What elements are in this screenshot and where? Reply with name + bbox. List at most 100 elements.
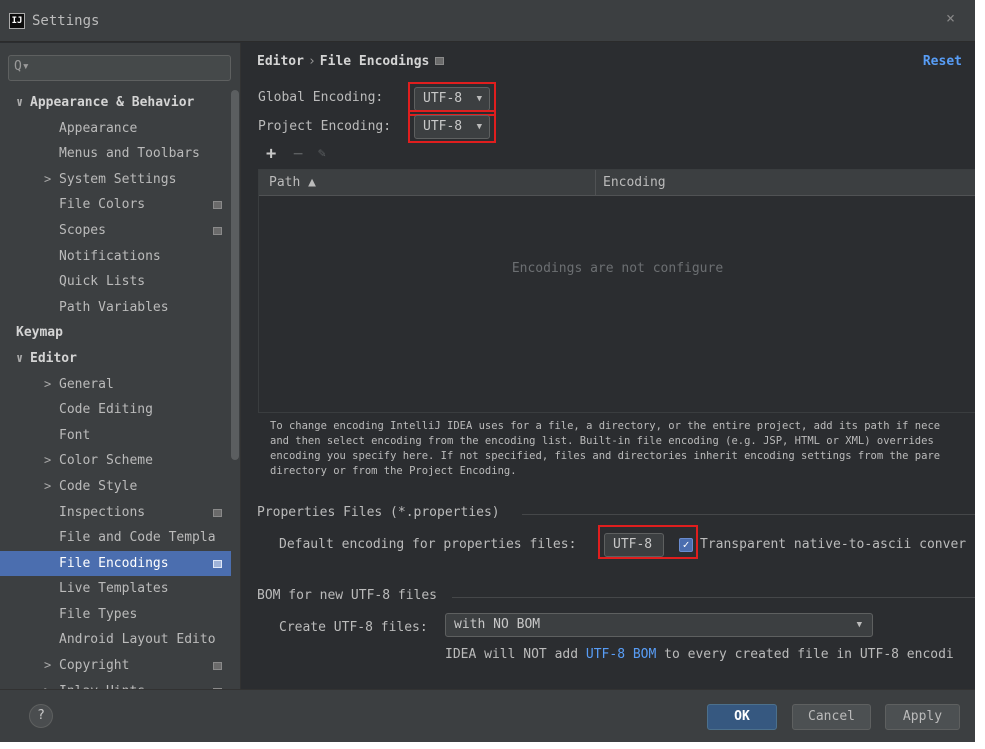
- sidebar-item-label: Keymap: [16, 325, 63, 341]
- empty-table-text: Encodings are not configure: [511, 261, 724, 276]
- sidebar-item-label: File Types: [59, 606, 138, 622]
- sidebar-item-code-editing[interactable]: Code Editing: [0, 397, 231, 423]
- sidebar-item-label: Scopes: [59, 222, 106, 238]
- sidebar-item-font[interactable]: Font: [0, 423, 231, 449]
- sidebar-item-label: Code Style: [59, 478, 138, 494]
- chevron-down-icon[interactable]: ∨: [16, 346, 23, 372]
- sidebar-item-menus-and-toolbars[interactable]: Menus and Toolbars: [0, 141, 231, 167]
- breadcrumb-separator: ›: [307, 54, 316, 69]
- sidebar-item-scopes[interactable]: Scopes: [0, 218, 231, 244]
- bom-value: with NO BOM: [454, 617, 541, 632]
- chevron-down-icon[interactable]: ∨: [16, 90, 23, 116]
- settings-tree: ∨ Appearance & Behavior Appearance Menus an…: [0, 90, 231, 689]
- table-header: Path ▲ Encoding: [259, 170, 975, 196]
- sidebar-item-android-layout-edito[interactable]: Android Layout Edito: [0, 627, 231, 653]
- sidebar-item-appearance-behavior[interactable]: ∨ Appearance & Behavior: [0, 90, 231, 116]
- sidebar-item-label: Android Layout Edito: [59, 632, 216, 648]
- project-encoding-value: UTF-8: [423, 119, 463, 134]
- intellij-app-icon: IJ: [9, 13, 25, 29]
- help-text-line: encoding you specify here. If not specif…: [270, 450, 941, 462]
- title-bar: IJ Settings ×: [0, 0, 975, 42]
- sidebar-item-label: System Settings: [59, 171, 177, 187]
- properties-encoding-label: Default encoding for properties files:: [279, 537, 577, 552]
- global-encoding-label: Global Encoding:: [258, 90, 384, 105]
- sidebar-item-label: Copyright: [59, 658, 130, 674]
- search-box[interactable]: Q▾: [8, 55, 231, 81]
- sidebar-item-color-scheme[interactable]: > Color Scheme: [0, 448, 231, 474]
- chevron-right-icon[interactable]: >: [44, 167, 51, 193]
- help-text-line: To change encoding IntelliJ IDEA uses fo…: [270, 420, 941, 432]
- sidebar-item-label: Quick Lists: [59, 274, 146, 290]
- settings-content: Editor › File Encodings Reset Global Encod…: [242, 43, 975, 689]
- native-to-ascii-checkbox[interactable]: ✓: [679, 538, 693, 552]
- global-encoding-value: UTF-8: [423, 91, 463, 106]
- column-header-encoding[interactable]: Encoding: [603, 175, 666, 190]
- sidebar-item-general[interactable]: > General: [0, 372, 231, 398]
- remove-icon[interactable]: −: [293, 144, 303, 164]
- breadcrumb-current: File Encodings: [319, 54, 430, 69]
- sidebar-item-label: Inspections: [59, 504, 146, 520]
- sidebar-item-live-templates[interactable]: Live Templates: [0, 576, 231, 602]
- project-scope-icon: [213, 226, 222, 235]
- sidebar-item-inspections[interactable]: Inspections: [0, 500, 231, 526]
- settings-window: IJ Settings × Q▾ ∨ Appearance & Behavior A…: [0, 0, 985, 749]
- native-to-ascii-label[interactable]: Transparent native-to-ascii conver: [700, 537, 966, 552]
- project-encoding-dropdown[interactable]: UTF-8 ▼: [414, 115, 490, 139]
- breadcrumb-parent[interactable]: Editor: [257, 54, 304, 69]
- apply-button[interactable]: Apply: [885, 704, 960, 730]
- sidebar-item-editor[interactable]: ∨ Editor: [0, 346, 231, 372]
- reset-link[interactable]: Reset: [923, 54, 962, 69]
- ok-button[interactable]: OK: [707, 704, 777, 730]
- properties-encoding-value: UTF-8: [613, 537, 653, 552]
- sidebar-scrollbar[interactable]: [231, 90, 239, 460]
- chevron-right-icon[interactable]: >: [44, 474, 51, 500]
- edit-icon[interactable]: ✎: [318, 146, 326, 161]
- sidebar-item-file-encodings[interactable]: File Encodings: [0, 550, 231, 577]
- chevron-right-icon[interactable]: >: [44, 448, 51, 474]
- sidebar-item-quick-lists[interactable]: Quick Lists: [0, 269, 231, 295]
- chevron-right-icon[interactable]: >: [44, 679, 51, 689]
- cancel-button[interactable]: Cancel: [792, 704, 871, 730]
- project-scope-icon: [213, 201, 222, 210]
- chevron-right-icon[interactable]: >: [44, 653, 51, 679]
- sidebar-item-file-colors[interactable]: File Colors: [0, 192, 231, 218]
- dialog-footer: ? OK Cancel Apply: [0, 689, 975, 749]
- help-text: To change encoding IntelliJ IDEA uses fo…: [270, 419, 970, 479]
- bom-dropdown[interactable]: with NO BOM ▼: [445, 613, 873, 637]
- sidebar-item-file-and-code-templa[interactable]: File and Code Templa: [0, 525, 231, 551]
- sidebar-item-label: File Colors: [59, 197, 146, 213]
- sidebar-item-label: File Encodings: [59, 555, 169, 571]
- sidebar-item-path-variables[interactable]: Path Variables: [0, 295, 231, 321]
- project-scope-icon: [213, 662, 222, 671]
- window-title: Settings: [32, 13, 100, 29]
- sidebar-item-copyright[interactable]: > Copyright: [0, 653, 231, 679]
- sidebar-item-system-settings[interactable]: > System Settings: [0, 167, 231, 193]
- sidebar-item-label: Color Scheme: [59, 453, 153, 469]
- add-icon[interactable]: +: [266, 144, 276, 164]
- close-icon[interactable]: ×: [946, 9, 955, 27]
- search-input[interactable]: [31, 58, 226, 78]
- sidebar-item-label: Editor: [30, 350, 77, 366]
- sidebar-item-inlay-hints[interactable]: > Inlay Hints: [0, 679, 231, 689]
- bom-note-suffix: to every created file in UTF-8 encodi: [656, 647, 954, 662]
- project-scope-icon: [213, 559, 222, 568]
- help-button[interactable]: ?: [29, 704, 53, 728]
- chevron-right-icon[interactable]: >: [44, 372, 51, 398]
- column-header-path[interactable]: Path ▲: [269, 175, 316, 190]
- sidebar-item-label: Live Templates: [59, 581, 169, 597]
- utf8-bom-link[interactable]: UTF-8 BOM: [586, 647, 656, 662]
- bom-note: IDEA will NOT add UTF-8 BOM to every cre…: [445, 647, 954, 662]
- global-encoding-dropdown[interactable]: UTF-8 ▼: [414, 87, 490, 111]
- sidebar-item-label: Path Variables: [59, 299, 169, 315]
- chevron-down-icon: ▼: [476, 94, 482, 104]
- sidebar-item-code-style[interactable]: > Code Style: [0, 474, 231, 500]
- help-text-line: and then select encoding from the encodi…: [270, 435, 934, 447]
- sidebar-item-appearance[interactable]: Appearance: [0, 116, 231, 142]
- sidebar-item-notifications[interactable]: Notifications: [0, 244, 231, 270]
- properties-encoding-dropdown[interactable]: UTF-8: [604, 533, 664, 557]
- settings-sidebar: Q▾ ∨ Appearance & Behavior Appearance Menus…: [0, 43, 241, 689]
- sidebar-item-label: Inlay Hints: [59, 679, 145, 689]
- sidebar-item-file-types[interactable]: File Types: [0, 602, 231, 628]
- sidebar-item-keymap[interactable]: Keymap: [0, 320, 231, 346]
- sidebar-item-label: Notifications: [59, 248, 161, 264]
